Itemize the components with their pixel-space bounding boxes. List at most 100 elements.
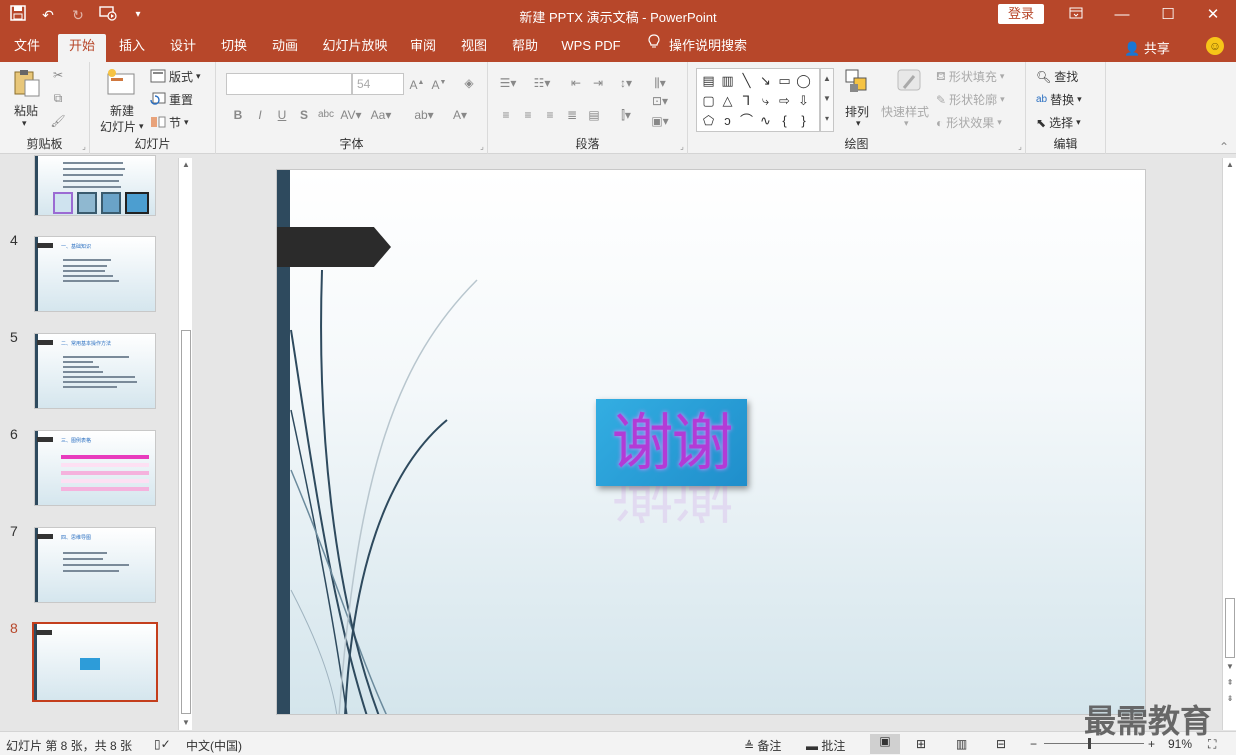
zoom-slider[interactable] [1044, 743, 1144, 744]
columns-icon[interactable]: ⫿▾ [616, 108, 636, 122]
normal-view-icon[interactable]: ▣ [870, 734, 900, 754]
tab-transitions[interactable]: 切换 [214, 34, 254, 62]
copy-icon[interactable]: ⧉ [50, 91, 66, 105]
close-icon[interactable]: ✕ [1190, 0, 1236, 30]
slide-thumbnail-5[interactable]: 二、常用基本操作方法 [34, 333, 156, 409]
bullets-icon[interactable]: ☰▾ [498, 76, 518, 90]
find-button[interactable]: 🔍︎ 查找 [1036, 68, 1078, 85]
increase-font-icon[interactable]: A▲ [409, 76, 425, 92]
distributed-icon[interactable]: ▤ [586, 108, 602, 122]
thanks-text[interactable]: 谢谢 [596, 399, 747, 486]
tab-design[interactable]: 设计 [163, 34, 203, 62]
decrease-font-icon[interactable]: A▼ [431, 76, 447, 92]
font-name-combo[interactable] [226, 73, 352, 95]
new-slide-icon[interactable] [106, 68, 136, 98]
triangle-shape-icon[interactable]: △ [718, 91, 737, 111]
comments-button[interactable]: ▬ 批注 [806, 737, 845, 754]
layout-button[interactable]: 版式 ▾ [150, 68, 201, 85]
gallery-down-icon[interactable]: ▼ [821, 89, 833, 109]
numbering-icon[interactable]: ☷▾ [532, 76, 552, 90]
strikethrough-icon[interactable]: abc [316, 108, 336, 122]
gallery-more-icon[interactable]: ▾ [821, 109, 833, 129]
gallery-up-icon[interactable]: ▲ [821, 69, 833, 89]
vertical-textbox-shape-icon[interactable]: ▥ [718, 71, 737, 91]
tell-me-search[interactable]: 操作说明搜索 [668, 34, 748, 62]
new-slide-label[interactable]: 新建 [110, 102, 134, 119]
scroll-up-icon[interactable]: ▲ [179, 158, 193, 172]
line-shape-icon[interactable]: ╲ [737, 71, 756, 91]
freeform-shape-icon[interactable]: ⬠ [699, 111, 718, 131]
new-slide-label-2[interactable]: 幻灯片 ▾ [100, 118, 144, 135]
previous-slide-icon[interactable]: ⇞ [1223, 676, 1236, 690]
italic-icon[interactable]: I [252, 108, 268, 122]
tab-home[interactable]: 开始 [58, 34, 106, 62]
font-color-icon[interactable]: A▾ [448, 108, 472, 122]
cut-icon[interactable]: ✂ [50, 68, 66, 82]
tab-slideshow[interactable]: 幻灯片放映 [318, 34, 392, 62]
arrange-dropdown-icon[interactable]: ▾ [856, 118, 861, 129]
arc-shape-icon[interactable]: ⌒ [737, 111, 756, 131]
language-indicator[interactable]: 中文(中国) [186, 737, 242, 754]
line-spacing-icon[interactable]: ↕▾ [616, 76, 636, 90]
slide-thumbnail-3[interactable] [34, 155, 156, 216]
rectangle-shape-icon[interactable]: ▭ [775, 71, 794, 91]
align-center-icon[interactable]: ≡ [520, 108, 536, 122]
curve-shape-icon[interactable]: ∿ [756, 111, 775, 131]
down-arrow-shape-icon[interactable]: ⇩ [794, 91, 813, 111]
editor-scroll-down-icon[interactable]: ▼ [1223, 660, 1236, 674]
scroll-thumb[interactable] [181, 330, 191, 714]
shapes-gallery-scroll[interactable]: ▲ ▼ ▾ [820, 68, 834, 132]
text-direction-icon[interactable]: ⫼▾ [650, 76, 670, 90]
shapes-gallery[interactable]: ▤ ▥ ╲ ↘ ▭ ◯ ▢ △ ⅂ ⤷ ⇨ ⇩ ⬠ ↄ ⌒ ∿ { } [696, 68, 820, 132]
font-size-combo[interactable]: 54 [352, 73, 404, 95]
underline-icon[interactable]: U [274, 108, 290, 122]
arrow-line-shape-icon[interactable]: ↘ [756, 71, 775, 91]
collapse-ribbon-icon[interactable]: ⌃ [1216, 140, 1232, 154]
maximize-icon[interactable]: ☐ [1145, 0, 1191, 30]
spell-check-icon[interactable]: ▯✓ [154, 737, 171, 751]
scroll-down-icon[interactable]: ▼ [179, 716, 193, 730]
text-shadow-icon[interactable]: S [296, 108, 312, 122]
editor-scroll-up-icon[interactable]: ▲ [1223, 158, 1236, 172]
minimize-icon[interactable]: — [1099, 0, 1145, 30]
align-text-icon[interactable]: ⊡▾ [650, 94, 670, 108]
thanks-textbox[interactable]: 谢谢 [596, 399, 747, 486]
tab-view[interactable]: 视图 [454, 34, 494, 62]
editor-scrollbar[interactable]: ▲ ▼ ⇞ ⇟ [1222, 158, 1236, 730]
tab-review[interactable]: 审阅 [403, 34, 443, 62]
ribbon-display-icon[interactable] [1053, 0, 1099, 30]
editor-scroll-thumb[interactable] [1225, 598, 1235, 658]
rounded-rect-shape-icon[interactable]: ▢ [699, 91, 718, 111]
shape-outline-button[interactable]: ✎ 形状轮廓 ▾ [936, 91, 1005, 108]
tab-insert[interactable]: 插入 [112, 34, 152, 62]
arrange-icon[interactable] [844, 68, 872, 96]
decrease-indent-icon[interactable]: ⇤ [568, 76, 584, 90]
current-slide[interactable]: 谢谢 谢谢 [276, 169, 1146, 715]
scribble-shape-icon[interactable]: ↄ [718, 111, 737, 131]
slide-sorter-icon[interactable]: ⊞ [916, 737, 926, 751]
quick-styles-dropdown-icon[interactable]: ▾ [904, 118, 909, 129]
slide-thumbnail-4[interactable]: 一、基础知识 [34, 236, 156, 312]
tab-file[interactable]: 文件 [8, 34, 46, 62]
zoom-out-icon[interactable]: − [1030, 737, 1037, 751]
reading-view-icon[interactable]: ▥ [956, 737, 967, 751]
slide-thumbnail-7[interactable]: 四、思维导图 [34, 527, 156, 603]
section-button[interactable]: 节 ▾ [150, 114, 189, 131]
change-case-icon[interactable]: Aa▾ [370, 108, 392, 122]
align-left-icon[interactable]: ≡ [498, 108, 514, 122]
justify-icon[interactable]: ≣ [564, 108, 580, 122]
slideshow-view-icon[interactable]: ⊟ [996, 737, 1006, 751]
replace-button[interactable]: ab 替换 ▾ [1036, 91, 1082, 108]
shape-fill-button[interactable]: ⛾ 形状填充 ▾ [936, 68, 1004, 85]
tab-animations[interactable]: 动画 [265, 34, 305, 62]
format-painter-icon[interactable]: 🖌 [50, 114, 66, 128]
slide-thumbnail-8[interactable] [32, 622, 158, 702]
elbow-arrow-shape-icon[interactable]: ⤷ [756, 91, 775, 111]
tab-wps-pdf[interactable]: WPS PDF [558, 34, 624, 62]
character-spacing-icon[interactable]: AV▾ [340, 108, 362, 122]
oval-shape-icon[interactable]: ◯ [794, 71, 813, 91]
notes-button[interactable]: ≜ 备注 [744, 737, 781, 754]
align-right-icon[interactable]: ≡ [542, 108, 558, 122]
textbox-shape-icon[interactable]: ▤ [699, 71, 718, 91]
smiley-feedback-icon[interactable]: ☺ [1206, 37, 1224, 55]
